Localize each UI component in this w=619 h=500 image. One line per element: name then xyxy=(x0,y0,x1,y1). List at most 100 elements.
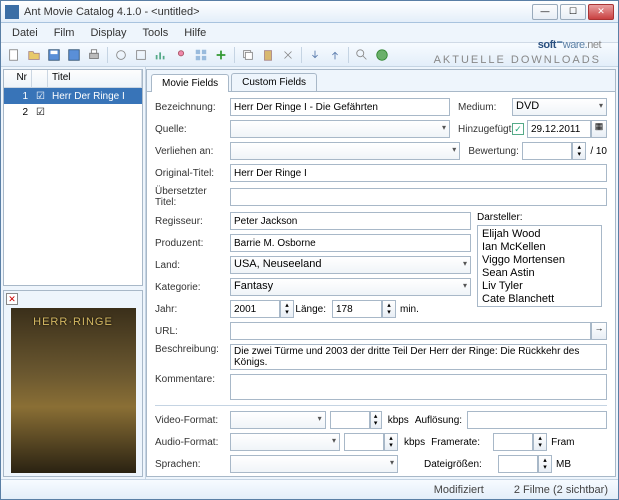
menu-datei[interactable]: Datei xyxy=(5,25,45,41)
quelle-combo[interactable] xyxy=(230,120,450,138)
laenge-label: Länge: xyxy=(294,304,332,315)
export-icon[interactable] xyxy=(306,46,324,64)
hinzu-input[interactable] xyxy=(527,120,591,138)
url-go-icon[interactable]: → xyxy=(591,322,607,340)
import-icon[interactable] xyxy=(326,46,344,64)
window-title: Ant Movie Catalog 4.1.0 - <untitled> xyxy=(24,6,532,18)
list-header: Nr Titel xyxy=(4,70,142,88)
framerate-spin[interactable]: ▴▾ xyxy=(533,433,547,451)
audio-label: Audio-Format: xyxy=(155,437,230,448)
audio-bitrate-input[interactable] xyxy=(344,433,384,451)
beschreibung-label: Beschreibung: xyxy=(155,344,230,355)
header-check[interactable] xyxy=(32,70,48,87)
laenge-input[interactable] xyxy=(332,300,382,318)
calendar-icon[interactable]: ▦ xyxy=(591,120,607,138)
search-icon[interactable] xyxy=(353,46,371,64)
save-icon[interactable] xyxy=(45,46,63,64)
stats-icon[interactable] xyxy=(152,46,170,64)
bewertung-spin[interactable]: ▴▾ xyxy=(572,142,586,160)
bezeichnung-input[interactable] xyxy=(230,98,450,116)
audio-bitrate-spin[interactable]: ▴▾ xyxy=(384,433,398,451)
url-input[interactable] xyxy=(230,322,591,340)
list-row[interactable]: 1 ☑ Herr Der Ringe I xyxy=(4,88,142,104)
verliehen-label: Verliehen an: xyxy=(155,146,230,157)
bewertung-label: Bewertung: xyxy=(460,146,522,157)
orig-label: Original-Titel: xyxy=(155,168,230,179)
darsteller-label: Darsteller: xyxy=(477,212,607,223)
minimize-button[interactable]: — xyxy=(532,4,558,20)
regisseur-input[interactable] xyxy=(230,212,471,230)
land-combo[interactable]: USA, Neuseeland xyxy=(230,256,471,274)
print-icon[interactable] xyxy=(85,46,103,64)
medium-combo[interactable]: DVD xyxy=(512,98,607,116)
produzent-input[interactable] xyxy=(230,234,471,252)
hinzu-check[interactable]: ✓ xyxy=(512,123,524,135)
add-icon[interactable] xyxy=(212,46,230,64)
loan-icon[interactable] xyxy=(172,46,190,64)
video-bitrate-spin[interactable]: ▴▾ xyxy=(370,411,382,429)
app-icon xyxy=(5,5,19,19)
url-label: URL: xyxy=(155,326,230,337)
bezeichnung-label: Bezeichnung: xyxy=(155,102,230,113)
menu-film[interactable]: Film xyxy=(47,25,82,41)
audio-combo[interactable] xyxy=(230,433,340,451)
jahr-input[interactable] xyxy=(230,300,280,318)
new-icon[interactable] xyxy=(5,46,23,64)
jahr-label: Jahr: xyxy=(155,304,230,315)
header-titel[interactable]: Titel xyxy=(48,70,142,87)
tabs: Movie Fields Custom Fields xyxy=(147,70,615,92)
quelle-label: Quelle: xyxy=(155,124,230,135)
sprachen-combo[interactable] xyxy=(230,455,398,473)
status-modifiziert: Modifiziert xyxy=(434,484,484,496)
video-bitrate-input[interactable] xyxy=(330,411,370,429)
aufl-label: Auflösung: xyxy=(415,415,467,426)
menu-hilfe[interactable]: Hilfe xyxy=(177,25,213,41)
verliehen-combo[interactable] xyxy=(230,142,460,160)
dateigr-spin[interactable]: ▴▾ xyxy=(538,455,552,473)
menu-tools[interactable]: Tools xyxy=(136,25,176,41)
framerate-label: Framerate: xyxy=(431,437,493,448)
sprachen-label: Sprachen: xyxy=(155,459,230,470)
tool-icon[interactable] xyxy=(112,46,130,64)
tab-movie-fields[interactable]: Movie Fields xyxy=(151,74,229,92)
menu-display[interactable]: Display xyxy=(83,25,133,41)
laenge-spin[interactable]: ▴▾ xyxy=(382,300,396,318)
check-icon[interactable]: ☑ xyxy=(32,90,48,103)
aufl-input[interactable] xyxy=(467,411,607,429)
header-nr[interactable]: Nr xyxy=(4,70,32,87)
saveas-icon[interactable] xyxy=(65,46,83,64)
titlebar: Ant Movie Catalog 4.1.0 - <untitled> — ☐… xyxy=(1,1,618,23)
medium-label: Medium: xyxy=(450,102,512,113)
list-row[interactable]: 2 ☑ xyxy=(4,104,142,120)
tab-custom-fields[interactable]: Custom Fields xyxy=(231,73,317,91)
movie-list[interactable]: Nr Titel 1 ☑ Herr Der Ringe I 2 ☑ xyxy=(3,69,143,286)
video-combo[interactable] xyxy=(230,411,326,429)
menubar: Datei Film Display Tools Hilfe xyxy=(1,23,618,43)
orig-input[interactable] xyxy=(230,164,607,182)
bewertung-input[interactable] xyxy=(522,142,572,160)
darsteller-box[interactable]: Elijah Wood Ian McKellen Viggo Mortensen… xyxy=(477,225,602,307)
paste-icon[interactable] xyxy=(259,46,277,64)
beschreibung-input[interactable]: Die zwei Türme und 2003 der dritte Teil … xyxy=(230,344,607,370)
web-icon[interactable] xyxy=(373,46,391,64)
poster-pane: ✕ HERR·RINGE xyxy=(3,290,143,477)
open-icon[interactable] xyxy=(25,46,43,64)
dateigr-input[interactable] xyxy=(498,455,538,473)
status-filme: 2 Filme (2 sichtbar) xyxy=(514,484,608,496)
copy-icon[interactable] xyxy=(239,46,257,64)
close-button[interactable]: ✕ xyxy=(588,4,614,20)
check-icon[interactable]: ☑ xyxy=(32,106,48,119)
poster-close-icon[interactable]: ✕ xyxy=(6,293,18,305)
maximize-button[interactable]: ☐ xyxy=(560,4,586,20)
poster-image[interactable]: HERR·RINGE xyxy=(11,308,136,473)
tool2-icon[interactable] xyxy=(132,46,150,64)
cut-icon[interactable] xyxy=(279,46,297,64)
kategorie-combo[interactable]: Fantasy xyxy=(230,278,471,296)
land-label: Land: xyxy=(155,260,230,271)
grid-icon[interactable] xyxy=(192,46,210,64)
produzent-label: Produzent: xyxy=(155,238,230,249)
jahr-spin[interactable]: ▴▾ xyxy=(280,300,294,318)
kommentare-input[interactable] xyxy=(230,374,607,400)
uebers-input[interactable] xyxy=(230,188,607,206)
framerate-input[interactable] xyxy=(493,433,533,451)
